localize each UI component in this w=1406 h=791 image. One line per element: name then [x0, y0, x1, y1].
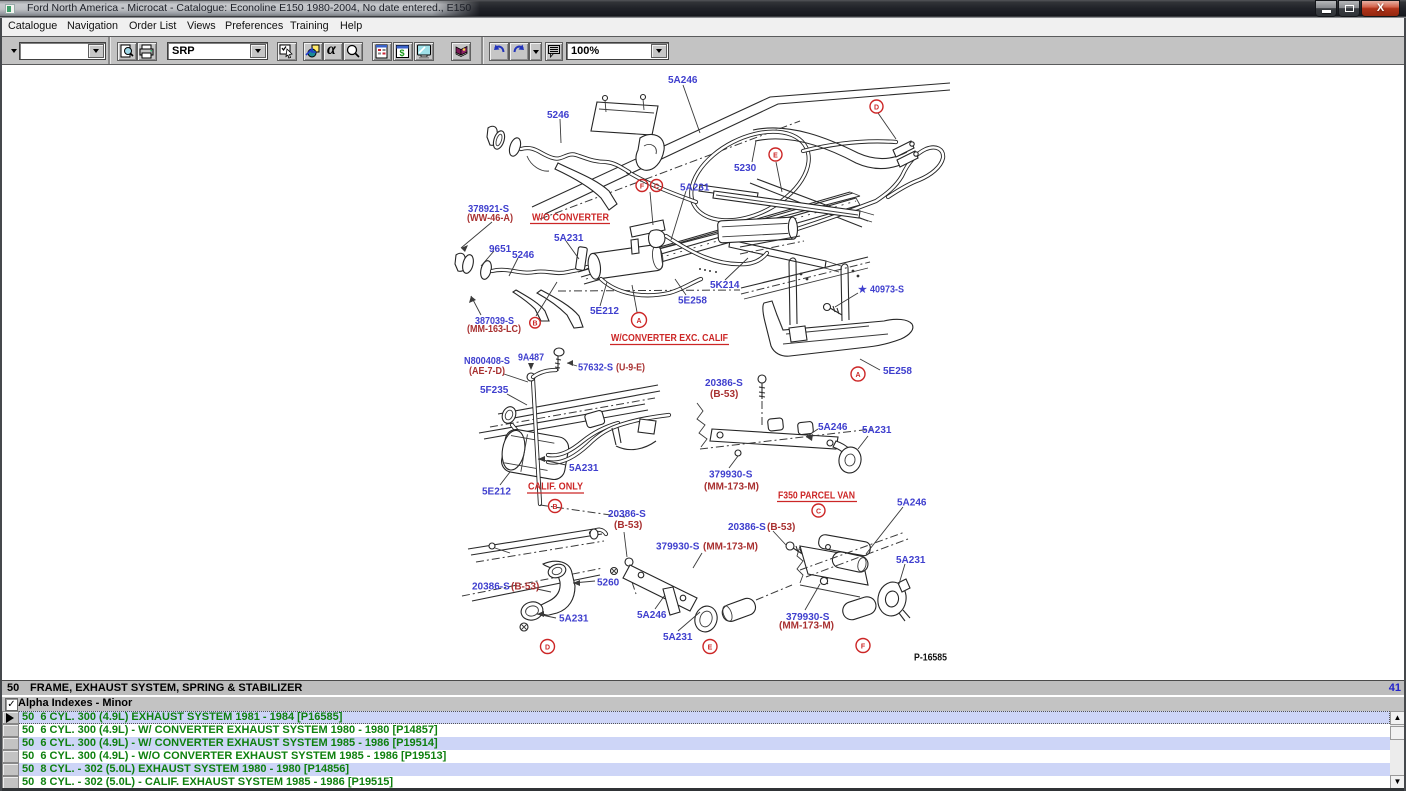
svg-text:(B-53): (B-53) — [710, 389, 738, 400]
svg-text:W/O CONVERTER: W/O CONVERTER — [532, 212, 609, 224]
svg-text:F350 PARCEL VAN: F350 PARCEL VAN — [778, 489, 855, 501]
svg-text:5F235: 5F235 — [480, 385, 509, 396]
svg-text:5E212: 5E212 — [590, 306, 619, 317]
svg-text:B: B — [552, 504, 557, 511]
svg-text:57632-S: 57632-S — [578, 363, 613, 374]
svg-text:P-16585: P-16585 — [914, 653, 947, 664]
svg-text:(B-53): (B-53) — [767, 522, 795, 533]
svg-text:20386-S: 20386-S — [608, 509, 646, 520]
svg-text:W/CONVERTER EXC. CALIF: W/CONVERTER EXC. CALIF — [611, 332, 728, 344]
svg-text:20386-S: 20386-S — [728, 522, 766, 533]
svg-text:5246: 5246 — [512, 250, 535, 261]
svg-text:5A246: 5A246 — [637, 610, 667, 621]
svg-text:5A231: 5A231 — [896, 555, 926, 566]
svg-text:5A231: 5A231 — [663, 632, 693, 643]
svg-text:F: F — [640, 184, 645, 191]
svg-text:A: A — [855, 372, 860, 379]
svg-text:5A246: 5A246 — [818, 422, 848, 433]
svg-text:5260: 5260 — [597, 577, 620, 588]
svg-text:E: E — [708, 645, 713, 652]
svg-text:B: B — [532, 321, 537, 328]
svg-text:(B-53): (B-53) — [511, 582, 539, 593]
svg-text:379930-S: 379930-S — [656, 542, 700, 553]
svg-text:D: D — [545, 645, 550, 652]
svg-text:★: ★ — [858, 285, 867, 296]
svg-text:C: C — [816, 509, 821, 516]
svg-text:F: F — [861, 644, 866, 651]
svg-text:9651: 9651 — [489, 244, 512, 255]
svg-text:5246: 5246 — [547, 110, 570, 121]
svg-text:(MM-163-LC): (MM-163-LC) — [467, 324, 521, 335]
svg-text:(MM-173-M): (MM-173-M) — [704, 481, 759, 492]
svg-text:5E258: 5E258 — [883, 366, 912, 377]
svg-text:C: C — [654, 184, 659, 191]
svg-text:(AE-7-D): (AE-7-D) — [469, 366, 505, 377]
svg-text:20386-S: 20386-S — [705, 378, 743, 389]
svg-text:5A231: 5A231 — [862, 425, 892, 436]
svg-text:5A231: 5A231 — [559, 614, 589, 625]
svg-text:CALIF. ONLY: CALIF. ONLY — [528, 481, 583, 493]
svg-text:(WW-46-A): (WW-46-A) — [467, 213, 513, 224]
svg-text:5A231: 5A231 — [680, 183, 710, 194]
svg-text:(MM-173-M): (MM-173-M) — [703, 542, 758, 553]
svg-text:5A246: 5A246 — [668, 75, 698, 86]
svg-text:$: $ — [400, 48, 405, 58]
svg-text:(MM-173-M): (MM-173-M) — [779, 621, 834, 632]
svg-text:D: D — [874, 105, 879, 112]
svg-text:5A231: 5A231 — [554, 233, 584, 244]
svg-text:(B-53): (B-53) — [614, 520, 642, 531]
svg-text:5A246: 5A246 — [897, 498, 927, 509]
svg-text:379930-S: 379930-S — [709, 469, 753, 480]
svg-text:5230: 5230 — [734, 163, 757, 174]
svg-text:40973-S: 40973-S — [870, 285, 904, 296]
svg-text:5K214: 5K214 — [710, 280, 740, 291]
svg-text:A: A — [636, 318, 641, 325]
svg-text:20386-S: 20386-S — [472, 582, 510, 593]
svg-text:5E258: 5E258 — [678, 296, 707, 307]
svg-text:(U-9-E): (U-9-E) — [616, 363, 645, 374]
svg-text:5E212: 5E212 — [482, 487, 511, 498]
svg-text:E: E — [773, 153, 778, 160]
svg-text:5A231: 5A231 — [569, 463, 599, 474]
svg-text:9A487: 9A487 — [518, 353, 544, 364]
